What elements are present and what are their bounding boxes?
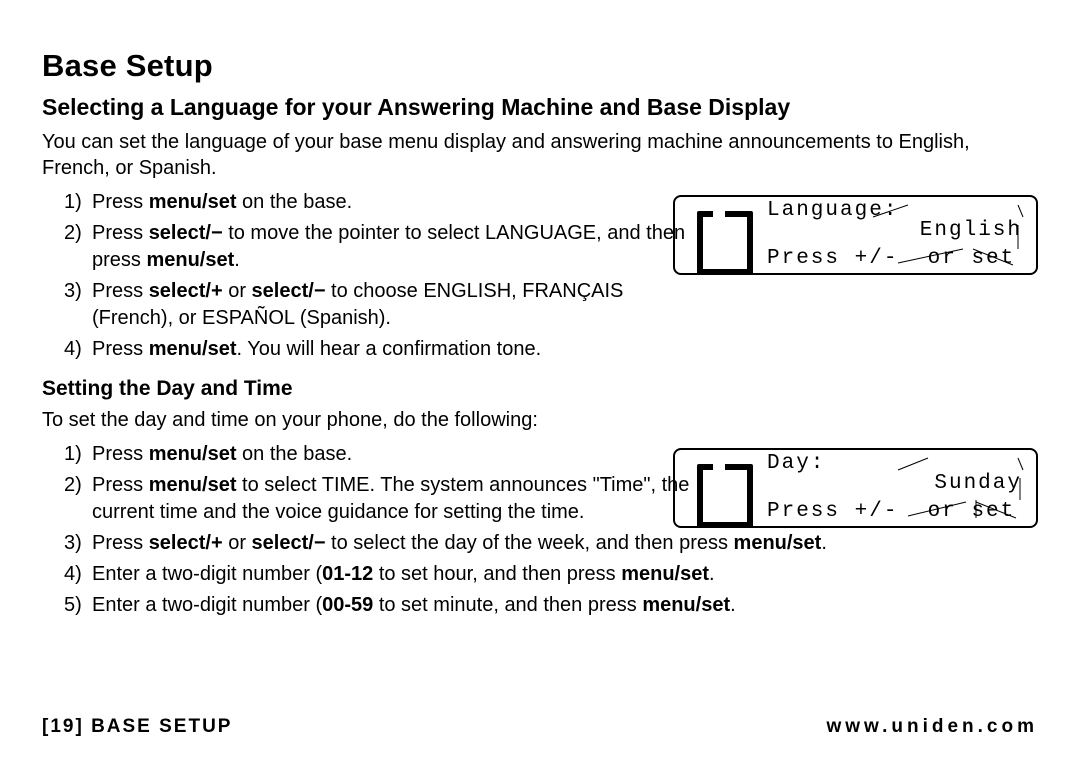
list-item: Press menu/set on the base.: [64, 189, 689, 216]
lcd-language: Language: English Press +/- or set: [673, 195, 1038, 275]
list-item: Press select/− to move the pointer to se…: [64, 220, 689, 274]
list-item: Press menu/set on the base.: [64, 441, 717, 468]
list-item: Press select/+ or select/− to choose ENG…: [64, 278, 689, 332]
lcd-line1: Language:: [767, 199, 898, 222]
lcd-hint: Press +/- or set: [767, 500, 1015, 523]
list-item: Enter a two-digit number (00-59 to set m…: [64, 592, 1038, 619]
lcd-day: Day: Sunday Press +/- or set: [673, 448, 1038, 528]
list-item: Press menu/set. You will hear a confirma…: [64, 336, 689, 363]
section2-intro: To set the day and time on your phone, d…: [42, 407, 1038, 433]
page-footer: [19] BASE SETUP www.uniden.com: [42, 716, 1038, 738]
section1-heading: Selecting a Language for your Answering …: [42, 94, 1038, 121]
list-item: Press menu/set to select TIME. The syste…: [64, 472, 717, 526]
footer-url: www.uniden.com: [826, 716, 1038, 738]
lcd-hint: Press +/- or set: [767, 247, 1015, 270]
footer-page-label: [19] BASE SETUP: [42, 716, 232, 738]
manual-page: Base Setup Selecting a Language for your…: [0, 0, 1080, 762]
section1-steps: Press menu/set on the base. Press select…: [42, 189, 689, 363]
list-item: Press select/+ or select/− to select the…: [64, 530, 1038, 557]
page-title: Base Setup: [42, 48, 1038, 84]
lcd-value: Sunday: [934, 472, 1022, 495]
section1-intro: You can set the language of your base me…: [42, 129, 1038, 181]
section2-heading: Setting the Day and Time: [42, 377, 1038, 401]
lcd-value: English: [920, 219, 1022, 242]
lcd-digit-icon: [697, 211, 741, 263]
lcd-line1: Day:: [767, 452, 825, 475]
list-item: Enter a two-digit number (01-12 to set h…: [64, 561, 1038, 588]
